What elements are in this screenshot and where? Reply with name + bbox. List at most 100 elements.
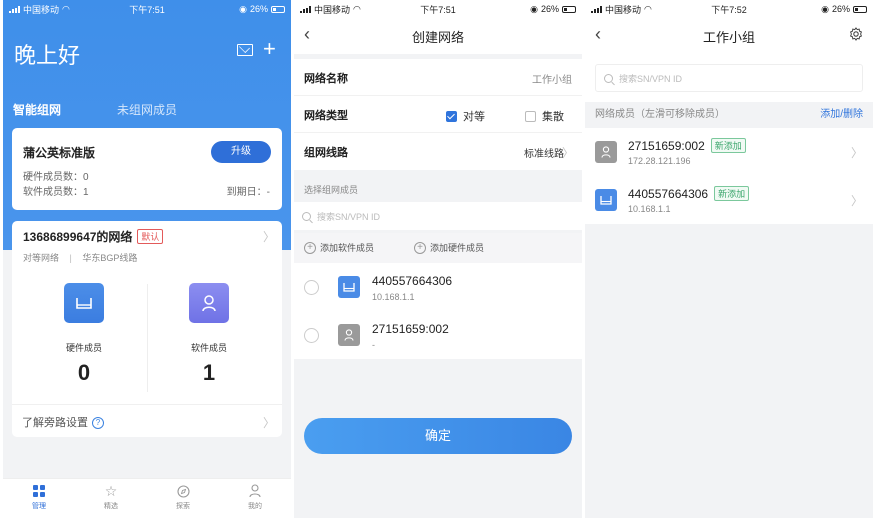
bypass-label-group: 了解旁路设置? [22,414,104,430]
network-card[interactable]: 13686899647的网络 默认 〉 对等网络 | 华东BGP线路 硬件成员 … [12,221,282,437]
add-remove-link[interactable]: 添加/删除 [820,105,863,120]
clock-label: 下午7:51 [420,4,456,15]
signal-icon [300,5,311,13]
wifi-icon: ◠ [644,3,652,14]
battery-icon [562,5,576,13]
list-item[interactable]: 440557664306 新添加 10.168.1.1 〉 [585,176,873,224]
tab-smart-network[interactable]: 智能组网 [13,101,61,118]
checkbox-checked-icon [446,110,457,122]
member-ip: 10.168.1.1 [628,204,671,214]
search-icon [604,73,613,83]
network-form: 网络名称 工作小组 网络类型 对等 集散 组网线路 标准线路 〉 [294,59,582,170]
subtitle-separator: | [69,253,72,263]
chevron-right-icon: 〉 [561,146,574,160]
network-line-value: 标准线路 [524,149,564,160]
rotation-lock-icon: ◉ [821,3,829,14]
add-icon[interactable]: + [263,38,276,60]
software-members-label: 软件成员 [190,343,227,353]
help-icon[interactable]: ? [92,417,104,430]
new-tag: 新添加 [714,186,750,201]
network-title-row: 13686899647的网络 默认 [23,228,164,245]
rotation-lock-icon: ◉ [239,3,247,14]
grid-icon [33,485,45,497]
list-item[interactable]: 27151659:002 新添加 172.28.121.196 〉 [585,128,873,176]
battery-label: 26% [540,4,559,14]
battery-icon [271,5,285,13]
member-list: 27151659:002 新添加 172.28.121.196 〉 440557… [585,128,873,224]
navbar: ‹ 工作小组 [585,18,873,54]
type-option-label: 集散 [542,111,564,123]
member-name: 440557664306 [628,186,709,201]
screens-container: 中国移动 ◠ 下午7:51 ◉ 26% 晚上好 + 智能组网 未组网成员 蒲公英… [0,0,876,518]
confirm-button[interactable]: 确定 [304,418,572,454]
router-icon [64,283,104,323]
battery-label: 26% [831,4,850,14]
status-bar: 中国移动 ◠ 下午7:51 ◉ 26% [294,0,582,18]
candidate-ip: - [372,340,375,350]
member-name-row: 440557664306 新添加 [628,186,750,201]
tabbar-item-featured[interactable]: ☆ 精选 [75,479,147,518]
home-screen: 中国移动 ◠ 下午7:51 ◉ 26% 晚上好 + 智能组网 未组网成员 蒲公英… [3,0,291,518]
person-icon [338,324,360,346]
battery-label: 26% [249,4,268,14]
hardware-members-value: 0 [77,360,91,385]
search-placeholder: 搜索SN/VPN ID [317,211,381,222]
list-item[interactable]: 27151659:002 - [294,311,582,359]
software-members-block[interactable]: 软件成员 1 [149,283,269,386]
add-hardware-member-button[interactable]: + 添加硬件成员 [414,241,484,254]
tabbar-item-explore[interactable]: 探索 [147,479,219,518]
tabbar-item-manage[interactable]: 管理 [3,479,75,518]
divider [147,284,148,392]
network-title: 13686899647的网络 [23,230,133,244]
tabbar-label: 管理 [32,503,46,510]
list-item[interactable]: 440557664306 10.168.1.1 [294,263,582,311]
group-detail-screen: 中国移动 ◠ 下午7:52 ◉ 26% ‹ 工作小组 搜索SN/VPN ID 网… [585,0,873,518]
page-title: 工作小组 [702,30,755,45]
add-software-member-button[interactable]: + 添加软件成员 [304,241,374,254]
radio-button[interactable] [304,328,319,343]
greeting: 晚上好 [14,43,81,68]
tabbar-label: 探索 [176,503,190,510]
member-search-input[interactable]: 搜索SN/VPN ID [294,202,582,230]
rotation-lock-icon: ◉ [530,3,538,14]
page-title: 创建网络 [411,30,464,45]
mail-icon[interactable] [237,44,253,56]
signal-icon [591,5,602,13]
chevron-right-icon: 〉 [850,194,863,208]
network-line-row[interactable]: 组网线路 标准线路 〉 [294,133,582,170]
hardware-members-block[interactable]: 硬件成员 0 [24,283,144,386]
type-option-hub[interactable]: 集散 [525,108,564,124]
clock-label: 下午7:51 [129,4,165,15]
create-network-screen: 中国移动 ◠ 下午7:51 ◉ 26% ‹ 创建网络 网络名称 工作小组 网络类… [294,0,582,518]
radio-button[interactable] [304,280,319,295]
carrier-label: 中国移动 [314,4,351,15]
network-name-row[interactable]: 网络名称 工作小组 [294,59,582,96]
network-type: 对等网络 [23,253,60,263]
checkbox-unchecked-icon [525,110,536,122]
add-hardware-label: 添加硬件成员 [430,243,485,253]
navbar: ‹ 创建网络 [294,18,582,54]
status-bar: 中国移动 ◠ 下午7:51 ◉ 26% [3,0,291,18]
expire-date: 到期日：- [226,187,270,198]
home-tabs: 智能组网 未组网成员 [13,101,177,118]
network-subtitle: 对等网络 | 华东BGP线路 [23,251,137,264]
plus-circle-icon: + [304,241,316,254]
hardware-members-count: 硬件成员数：0 [23,172,89,183]
home-header: 中国移动 ◠ 下午7:51 ◉ 26% 晚上好 + 智能组网 未组网成员 [3,0,291,250]
bottom-tabbar: 管理 ☆ 精选 探索 我的 [3,478,291,518]
type-option-peer[interactable]: 对等 [446,108,485,124]
gear-icon[interactable] [849,27,863,46]
tab-ungrouped-members[interactable]: 未组网成员 [117,101,177,118]
members-caption: 网络成员（左滑可移除成员） [595,109,725,120]
wifi-icon: ◠ [353,3,361,14]
member-search-input[interactable]: 搜索SN/VPN ID [595,64,863,92]
tabbar-item-mine[interactable]: 我的 [219,479,291,518]
network-name-input[interactable]: 工作小组 [532,71,572,86]
router-icon [595,189,617,211]
upgrade-button[interactable]: 升级 [211,141,271,163]
person-icon [595,141,617,163]
router-icon [338,276,360,298]
candidate-name: 27151659:002 [372,322,449,336]
bypass-settings-row[interactable]: 了解旁路设置? 〉 [12,404,282,437]
network-line-label: 组网线路 [304,147,348,159]
